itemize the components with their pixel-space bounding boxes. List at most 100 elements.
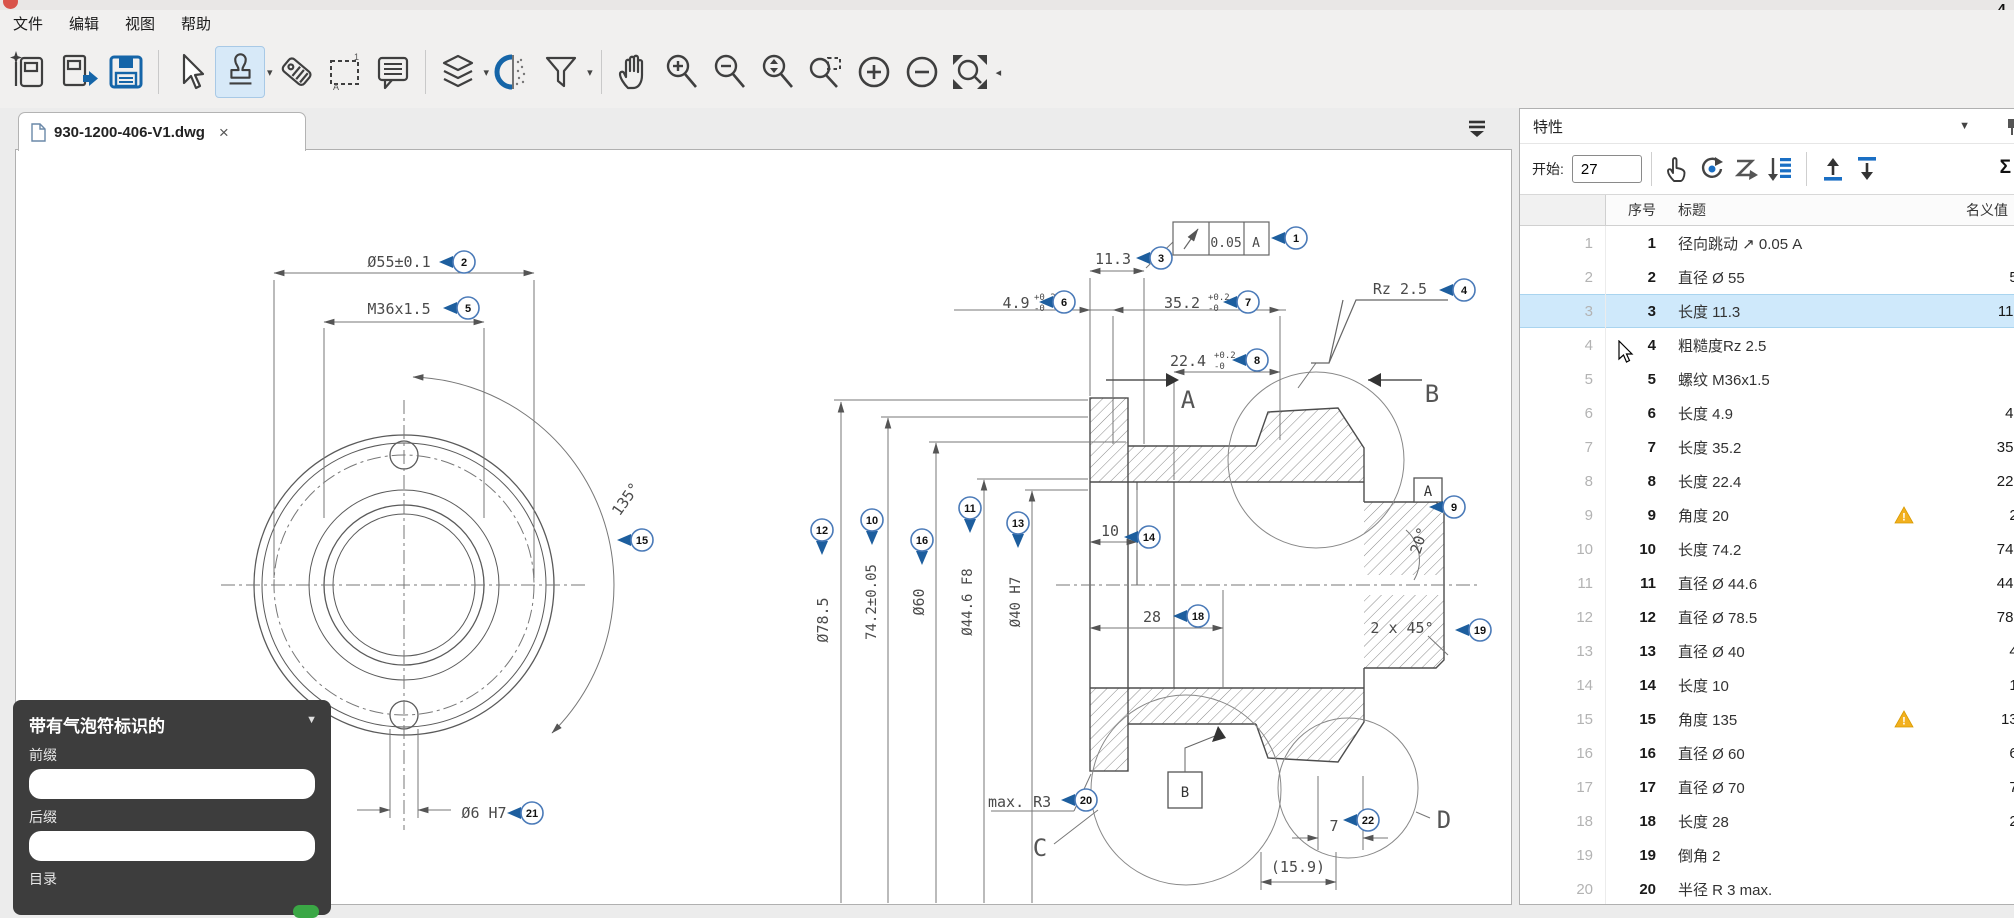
balloon-4[interactable]: 4	[1439, 279, 1475, 301]
filter-button[interactable]	[537, 47, 585, 97]
sum-icon[interactable]: Σ	[2000, 157, 2011, 179]
zigzag-order-button[interactable]	[1729, 152, 1763, 186]
zoom-window-button[interactable]	[802, 47, 850, 97]
property-row[interactable]: 77长度 35.235.2	[1520, 430, 2014, 464]
layers-button[interactable]	[434, 47, 482, 97]
balloon-13[interactable]: 13	[1007, 512, 1029, 548]
renumber-rotate-button[interactable]	[1695, 152, 1729, 186]
property-row[interactable]: 1919倒角 22	[1520, 838, 2014, 872]
property-row[interactable]: 33长度 11.311.3	[1520, 294, 2014, 328]
balloon-22[interactable]: 22	[1343, 809, 1379, 831]
menu-view[interactable]: 视图	[112, 13, 168, 34]
comment-button[interactable]	[369, 47, 417, 97]
pin-icon[interactable]	[2003, 117, 2014, 142]
balloon-5[interactable]: 5	[443, 297, 479, 319]
panel-collapse-icon[interactable]: ▼	[1959, 120, 1970, 132]
pick-balloon-button[interactable]	[1661, 152, 1695, 186]
column-nominal[interactable]: 名义值	[1908, 200, 2014, 220]
balloon-2[interactable]: 2	[439, 251, 475, 273]
property-row[interactable]: 1111直径 Ø 44.644.6	[1520, 566, 2014, 600]
svg-text:!: !	[1902, 716, 1906, 728]
zoom-extents-button[interactable]	[946, 47, 994, 97]
tag-button[interactable]	[273, 47, 321, 97]
row-number: 5	[1606, 371, 1664, 388]
balloon-16[interactable]: 16	[911, 529, 933, 565]
property-row[interactable]: 22直径 Ø 5555	[1520, 260, 2014, 294]
property-row[interactable]: 1717直径 Ø 7070	[1520, 770, 2014, 804]
property-row[interactable]: 55螺纹 M36x1.5	[1520, 362, 2014, 396]
dimension-text: 7	[1329, 817, 1338, 835]
collapse-chevron-icon[interactable]: ▼	[306, 714, 317, 726]
balloon-14[interactable]: 14	[1124, 526, 1160, 548]
property-row[interactable]: 44粗糙度Rz 2.5	[1520, 328, 2014, 362]
row-nominal: 70	[1926, 779, 2014, 796]
property-row[interactable]: 1818长度 2828	[1520, 804, 2014, 838]
balloon-10[interactable]: 10	[861, 509, 883, 545]
zoom-in-button[interactable]	[658, 47, 706, 97]
menu-edit[interactable]: 编辑	[56, 13, 112, 34]
property-row[interactable]: 1616直径 Ø 6060	[1520, 736, 2014, 770]
zoom-selection-button[interactable]	[754, 47, 802, 97]
sort-sequence-button[interactable]	[1763, 152, 1797, 186]
tab-close-icon[interactable]: ×	[219, 124, 229, 141]
tab-list-button[interactable]	[1466, 118, 1488, 143]
property-row[interactable]: 1313直径 Ø 4040	[1520, 634, 2014, 668]
properties-panel: 特性 ▼ 开始:	[1519, 108, 2014, 905]
menu-help[interactable]: 帮助	[168, 13, 224, 34]
column-no[interactable]: 序号	[1606, 200, 1664, 220]
column-index[interactable]	[1520, 195, 1606, 225]
document-tab[interactable]: 930-1200-406-V1.dwg ×	[18, 112, 306, 151]
balloon-1[interactable]: 1	[1271, 227, 1307, 249]
property-row[interactable]: 99角度 20!20	[1520, 498, 2014, 532]
row-number: 8	[1606, 473, 1664, 490]
dimension-text: +0.2	[1214, 351, 1236, 361]
balloon-8[interactable]: 8	[1232, 349, 1268, 371]
property-row[interactable]: 1515角度 135!135	[1520, 702, 2014, 736]
row-title: 直径 Ø 55	[1664, 267, 1882, 288]
balloon-15[interactable]: 15	[617, 529, 653, 551]
row-number: 15	[1606, 711, 1664, 728]
row-number: 19	[1606, 847, 1664, 864]
property-row[interactable]: 11径向跳动 ↗ 0.05 A	[1520, 226, 2014, 260]
document-icon	[31, 123, 46, 142]
menu-file[interactable]: 文件	[0, 13, 56, 34]
move-to-bottom-button[interactable]	[1850, 152, 1884, 186]
save-button[interactable]	[102, 47, 150, 97]
toolbar-collapse-arrow[interactable]: ◂	[996, 66, 1002, 79]
enlarge-button[interactable]	[850, 47, 898, 97]
balloon-18[interactable]: 18	[1173, 605, 1209, 627]
suffix-input[interactable]	[29, 831, 315, 861]
new-document-button[interactable]	[6, 47, 54, 97]
balloon-19[interactable]: 19	[1455, 619, 1491, 641]
balloon-20[interactable]: 20	[1061, 789, 1097, 811]
confirm-indicator[interactable]	[293, 905, 319, 918]
row-nominal: 74.2	[1926, 541, 2014, 558]
select-region-button[interactable]: 1 A	[321, 47, 369, 97]
balloon-11[interactable]: 11	[959, 497, 981, 533]
stamp-tool-button[interactable]	[215, 46, 265, 98]
property-row[interactable]: 1010长度 74.274.2	[1520, 532, 2014, 566]
prefix-input[interactable]	[29, 769, 315, 799]
property-row[interactable]: 2020半径 R 3 max.	[1520, 872, 2014, 905]
row-nominal: 60	[1926, 745, 2014, 762]
property-row[interactable]: 1212直径 Ø 78.578.5	[1520, 600, 2014, 634]
pan-button[interactable]	[610, 47, 658, 97]
balloon-21[interactable]: 21	[507, 802, 543, 824]
open-document-button[interactable]	[54, 47, 102, 97]
start-number-input[interactable]	[1572, 155, 1642, 183]
row-index: 5	[1520, 362, 1606, 396]
balloon-3[interactable]: 3	[1136, 247, 1172, 269]
properties-table-header: 序号 标题 名义值	[1520, 194, 2014, 226]
zoom-out-button[interactable]	[706, 47, 754, 97]
property-row[interactable]: 66长度 4.94.9	[1520, 396, 2014, 430]
column-title[interactable]: 标题	[1664, 200, 1864, 220]
shrink-button[interactable]	[898, 47, 946, 97]
property-row[interactable]: 1414长度 1010	[1520, 668, 2014, 702]
select-cursor-button[interactable]	[167, 47, 215, 97]
property-row[interactable]: 88长度 22.422.4	[1520, 464, 2014, 498]
balloon-12[interactable]: 12	[811, 519, 833, 555]
filter-dropdown-caret[interactable]: ▾	[587, 66, 593, 79]
mirror-view-button[interactable]	[489, 47, 537, 97]
move-to-top-button[interactable]	[1816, 152, 1850, 186]
zoom-selection-icon	[756, 50, 800, 94]
